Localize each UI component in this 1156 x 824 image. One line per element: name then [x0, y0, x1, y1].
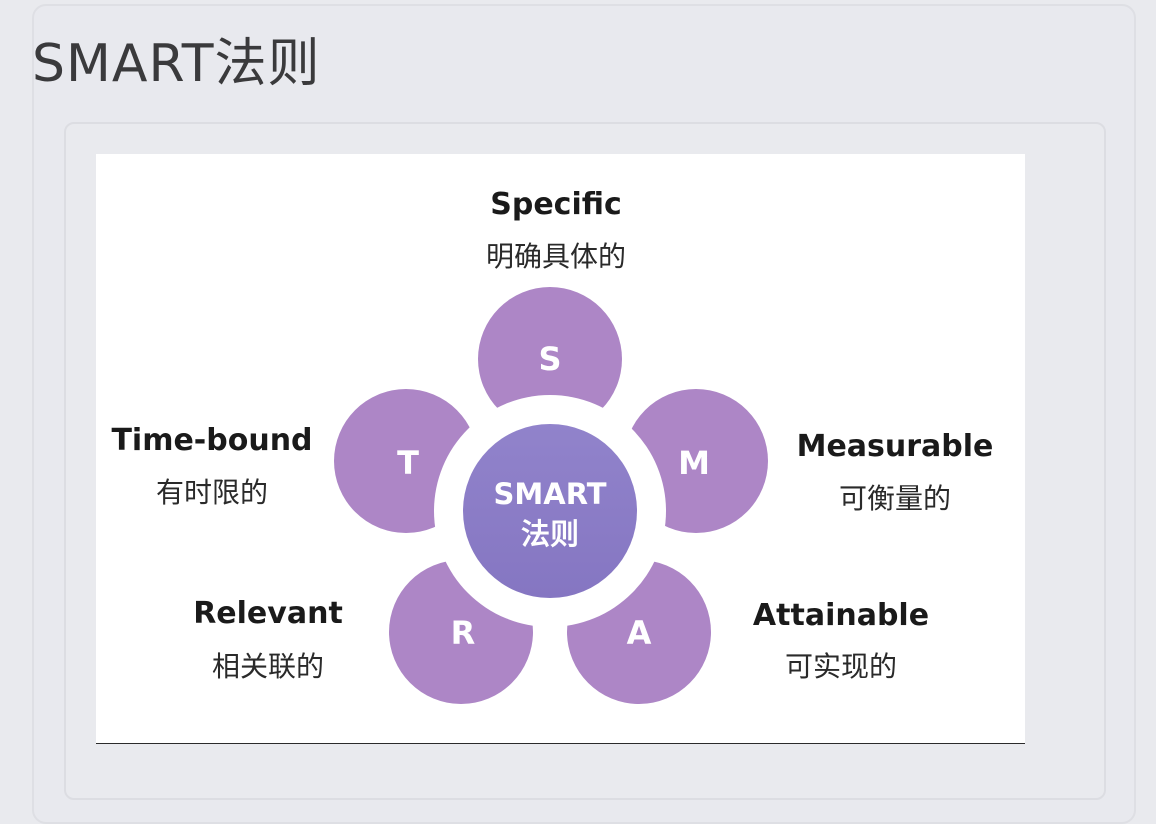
- label-measurable-cn: 可衡量的: [839, 482, 951, 515]
- smart-diagram: SMART 法则 S M A R T Specific 明确具体的 Measur…: [111, 187, 994, 704]
- label-attainable-cn: 可实现的: [785, 650, 897, 683]
- smart-diagram-image: SMART 法则 S M A R T Specific 明确具体的 Measur…: [96, 154, 1025, 744]
- center-label-line2: 法则: [521, 517, 579, 551]
- card-title: SMART法则: [32, 34, 321, 94]
- label-timebound-cn: 有时限的: [156, 476, 268, 509]
- petal-letter-s: S: [538, 340, 561, 378]
- petal-letter-r: R: [451, 614, 476, 652]
- petal-letter-t: T: [397, 444, 419, 482]
- label-specific-cn: 明确具体的: [486, 240, 626, 273]
- label-specific-en: Specific: [490, 187, 622, 222]
- label-attainable-en: Attainable: [753, 598, 929, 633]
- label-timebound-en: Time-bound: [111, 423, 312, 458]
- label-measurable-en: Measurable: [797, 429, 994, 464]
- label-relevant-en: Relevant: [193, 596, 343, 631]
- label-relevant-cn: 相关联的: [212, 650, 324, 683]
- center-label-line1: SMART: [494, 477, 607, 511]
- petal-letter-a: A: [627, 614, 652, 652]
- center-circle: [463, 424, 637, 598]
- petal-letter-m: M: [678, 444, 710, 482]
